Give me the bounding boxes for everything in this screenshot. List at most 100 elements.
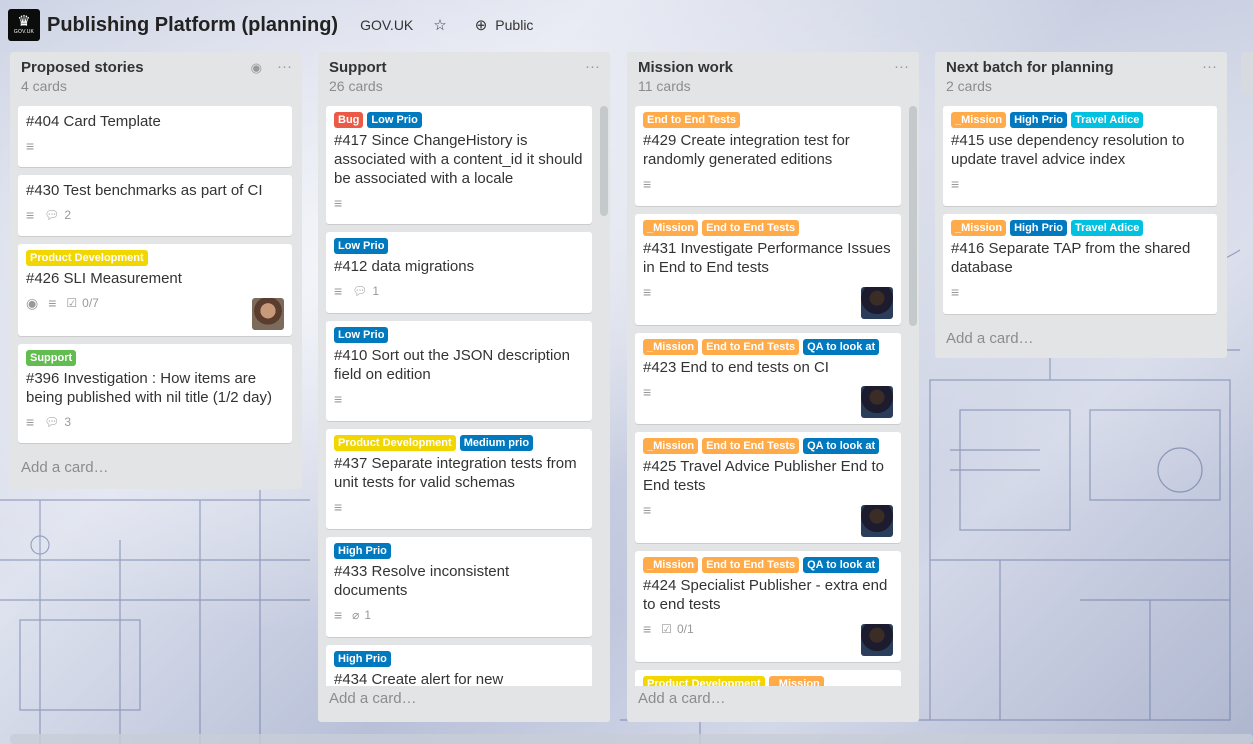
card[interactable]: Product Development #426 SLI Measurement… [18, 244, 292, 336]
member-avatar[interactable] [861, 287, 893, 319]
next-list-edge [1241, 52, 1253, 94]
card-title: #434 Create alert for new [334, 671, 504, 686]
list-header: Proposed stories 4 cards ◉ ··· [10, 52, 302, 106]
card[interactable]: High Prio #433 Resolve inconsistent docu… [326, 537, 592, 637]
board-horizontal-scrollbar[interactable] [10, 734, 1253, 744]
checklist-badge: ☑ 0/7 [66, 296, 98, 310]
comments-count: 1 [372, 284, 380, 298]
card[interactable]: _Mission End to End Tests QA to look at … [635, 432, 901, 543]
org-link[interactable]: GOV.UK [360, 17, 413, 33]
list-scrollbar[interactable] [909, 106, 917, 326]
description-icon: ≡ [643, 502, 652, 518]
description-icon: ≡ [334, 195, 343, 211]
member-avatar[interactable] [861, 624, 893, 656]
card-title: #404 Card Template [26, 113, 161, 130]
label-low-prio: Low Prio [367, 112, 422, 128]
card[interactable]: _Mission End to End Tests #431 Investiga… [635, 214, 901, 325]
member-avatar[interactable] [861, 505, 893, 537]
card[interactable]: _Mission High Prio Travel Adice #415 use… [943, 106, 1217, 206]
add-card-button[interactable]: Add a card… [318, 686, 610, 717]
list-header: Next batch for planning 2 cards ··· [935, 52, 1227, 106]
list-menu-icon[interactable]: ··· [277, 58, 292, 75]
label-low-prio: Low Prio [334, 238, 389, 254]
member-avatar[interactable] [861, 386, 893, 418]
member-avatar[interactable] [252, 298, 284, 330]
label-end-to-end-tests: End to End Tests [702, 557, 800, 573]
card[interactable]: High Prio #434 Create alert for new [326, 645, 592, 686]
add-card-button[interactable]: Add a card… [10, 451, 302, 486]
card[interactable]: #404 Card Template ≡ [18, 106, 292, 167]
list-support: Support 26 cards ··· Bug Low Prio #417 S… [318, 52, 610, 722]
description-icon: ≡ [26, 207, 35, 223]
list-title[interactable]: Support [329, 59, 600, 77]
card-list: End to End Tests #429 Create integration… [627, 106, 919, 686]
card[interactable]: End to End Tests #429 Create integration… [635, 106, 901, 206]
card[interactable]: Product Development _Mission [635, 670, 901, 686]
card-labels: _Mission End to End Tests QA to look at [643, 557, 893, 573]
description-icon: ≡ [334, 391, 343, 407]
card-title: #430 Test benchmarks as part of CI [26, 182, 263, 199]
card-list: _Mission High Prio Travel Adice #415 use… [935, 106, 1227, 322]
visibility-button[interactable]: ⊕ Public [475, 16, 534, 34]
list-menu-icon[interactable]: ··· [1202, 58, 1217, 75]
card-title: #415 use dependency resolution to update… [951, 132, 1185, 168]
globe-icon: ⊕ [474, 17, 488, 34]
board-title[interactable]: Publishing Platform (planning) [47, 14, 338, 37]
card[interactable]: _Mission End to End Tests QA to look at … [635, 333, 901, 424]
list-card-count: 11 cards [638, 78, 691, 94]
card-labels: Product Development _Mission [643, 676, 893, 686]
card[interactable]: _Mission End to End Tests QA to look at … [635, 551, 901, 662]
label-mission: _Mission [951, 112, 1007, 128]
label-high-prio: High Prio [1010, 112, 1067, 128]
card[interactable]: Low Prio #410 Sort out the JSON descript… [326, 321, 592, 421]
card[interactable]: _Mission High Prio Travel Adice #416 Sep… [943, 214, 1217, 314]
label-qa-to-look-at: QA to look at [803, 557, 880, 573]
card-badges: ≡ [951, 175, 1209, 193]
card-labels: _Mission High Prio Travel Adice [951, 220, 1209, 236]
card-labels: High Prio [334, 651, 584, 667]
card-badges: ≡ 💬︎ 3 [26, 413, 284, 431]
card[interactable]: Bug Low Prio #417 Since ChangeHistory is… [326, 106, 592, 224]
list-title[interactable]: Mission work [638, 59, 909, 77]
card[interactable]: Low Prio #412 data migrations ≡ 💬︎ 1 [326, 232, 592, 313]
label-bug: Bug [334, 112, 364, 128]
comment-icon: 💬︎ [44, 208, 60, 222]
card-labels: _Mission High Prio Travel Adice [951, 112, 1209, 128]
list-menu-icon[interactable]: ··· [894, 58, 909, 75]
label-end-to-end-tests: End to End Tests [702, 438, 800, 454]
checklist-icon: ☑ [661, 622, 672, 636]
checklist-count: 0/1 [676, 622, 694, 636]
card-badges: ≡ [951, 283, 1209, 301]
label-mission: _Mission [643, 438, 699, 454]
card-title: #425 Travel Advice Publisher End to End … [643, 458, 884, 494]
card-title: #433 Resolve inconsistent documents [334, 563, 510, 599]
label-qa-to-look-at: QA to look at [803, 438, 880, 454]
card-list: Bug Low Prio #417 Since ChangeHistory is… [318, 106, 610, 686]
govuk-logo[interactable]: ♛ GOV.UK [8, 9, 40, 41]
card[interactable]: Support #396 Investigation : How items a… [18, 344, 292, 443]
description-icon: ≡ [951, 284, 960, 300]
card[interactable]: Product Development Medium prio #437 Sep… [326, 429, 592, 529]
card-labels: _Mission End to End Tests QA to look at [643, 339, 893, 355]
label-travel-advice: Travel Adice [1070, 112, 1144, 128]
list-scrollbar[interactable] [600, 106, 608, 216]
card-title: #431 Investigate Performance Issues in E… [643, 240, 891, 276]
description-icon: ≡ [26, 138, 35, 154]
card-title: #423 End to end tests on CI [643, 359, 829, 376]
star-button[interactable]: ☆ [433, 16, 454, 34]
list-title[interactable]: Next batch for planning [946, 59, 1217, 77]
comments-badge: 💬︎ 2 [44, 208, 71, 222]
list-menu-icon[interactable]: ··· [585, 58, 600, 75]
checklist-badge: ☑ 0/1 [661, 622, 693, 636]
add-card-button[interactable]: Add a card… [627, 686, 919, 717]
card-labels: High Prio [334, 543, 584, 559]
card-badges: ≡ [643, 501, 893, 519]
card-labels: Low Prio [334, 327, 584, 343]
attachments-badge: ⌀ 1 [352, 608, 371, 622]
comment-icon: 💬︎ [44, 415, 60, 429]
card-title: #424 Specialist Publisher - extra end to… [643, 577, 888, 613]
add-card-button[interactable]: Add a card… [935, 322, 1227, 357]
card[interactable]: #430 Test benchmarks as part of CI ≡ 💬︎ … [18, 175, 292, 236]
card-badges: ≡ 💬︎ 1 [334, 282, 584, 300]
label-mission: _Mission [768, 676, 824, 686]
